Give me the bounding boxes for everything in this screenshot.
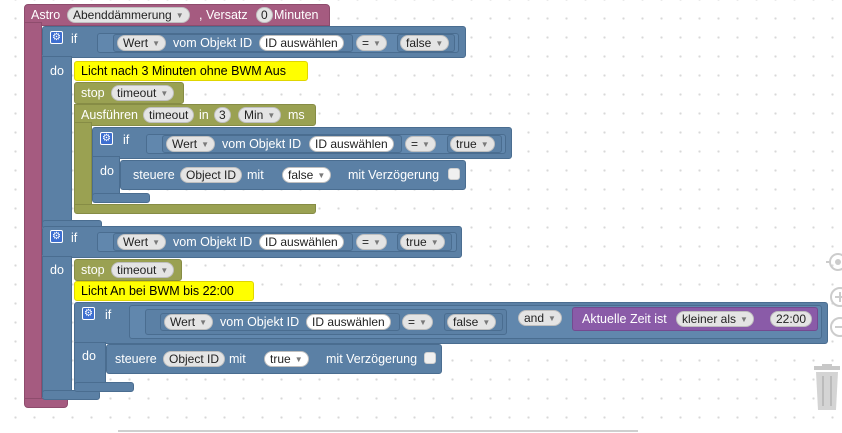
if-block-1-body [42,56,72,226]
if-label: if [71,231,78,245]
horizontal-scrollbar[interactable] [118,430,638,432]
control-object-id[interactable]: Object ID [163,351,226,367]
time-compare-dropdown[interactable]: kleiner als ▼ [676,311,754,327]
chevron-down-icon: ▼ [419,318,427,327]
value-field-dropdown[interactable]: Wert ▼ [117,234,167,250]
stop-label: stop [81,86,105,100]
chevron-down-icon: ▼ [201,140,210,149]
timeout-name-dropdown[interactable]: timeout ▼ [111,262,175,278]
operator-dropdown[interactable]: = ▼ [402,314,433,330]
operator-dropdown[interactable]: = ▼ [405,136,436,152]
execute-timeout-name[interactable]: timeout [143,107,195,123]
control-label: steuere [115,352,157,366]
astro-trigger-body [24,22,42,402]
if-label: if [123,133,130,147]
chevron-down-icon: ▼ [373,39,381,48]
if-label: if [105,308,112,322]
target-icon[interactable] [826,250,842,274]
operator-dropdown[interactable]: = ▼ [356,234,387,250]
chevron-down-icon: ▼ [294,355,303,364]
object-label: vom Objekt ID [173,235,253,249]
object-id-selector[interactable]: ID auswählen [306,314,391,330]
chevron-down-icon: ▼ [430,238,439,247]
chevron-down-icon: ▼ [152,238,161,247]
chevron-down-icon: ▼ [175,11,184,20]
do-label: do [82,349,96,363]
object-label: vom Objekt ID [222,137,302,151]
delay-checkbox[interactable] [448,168,460,180]
offset-input[interactable]: 0 [256,7,273,23]
chevron-down-icon: ▼ [435,39,444,48]
value-field-dropdown[interactable]: Wert ▼ [164,314,214,330]
chevron-down-icon: ▼ [482,318,491,327]
offset-label: , Versatz [199,8,248,22]
control-label: steuere [133,168,175,182]
object-id-selector[interactable]: ID auswählen [309,136,394,152]
chevron-down-icon: ▼ [160,89,169,98]
comment-text: Licht nach 3 Minuten ohne BWM Aus [81,64,286,78]
trash-icon[interactable] [812,364,842,412]
chevron-down-icon: ▼ [267,111,276,120]
gear-icon[interactable]: ⚙ [82,307,95,320]
control-value-dropdown[interactable]: false ▼ [282,167,332,183]
chevron-down-icon: ▼ [422,140,430,149]
gear-icon[interactable]: ⚙ [100,132,113,145]
operator-dropdown[interactable]: = ▼ [356,35,387,51]
chevron-down-icon: ▼ [740,315,748,324]
gear-icon[interactable]: ⚙ [50,230,63,243]
object-id-selector[interactable]: ID auswählen [259,234,344,250]
execute-block-body [74,122,92,208]
chevron-down-icon: ▼ [548,314,556,323]
time-value-input[interactable]: 22:00 [770,311,813,327]
in-label: in [199,108,209,122]
boolean-dropdown[interactable]: true ▼ [450,136,495,152]
stop-label: stop [81,263,105,277]
timeout-name-dropdown[interactable]: timeout ▼ [111,85,175,101]
with-label: mit [247,168,264,182]
control-object-id[interactable]: Object ID [180,167,243,183]
delay-label: mit Verzögerung [326,352,418,366]
if-block-2-footer [92,193,150,203]
delay-label: mit Verzögerung [348,168,440,182]
object-label: vom Objekt ID [173,36,253,50]
boolean-dropdown[interactable]: true ▼ [400,234,445,250]
ms-label: ms [288,108,305,122]
logic-operator-dropdown[interactable]: and ▼ [518,310,562,326]
zoom-out-icon[interactable] [826,316,842,338]
astro-label: Astro [31,8,61,22]
control-value-dropdown[interactable]: true ▼ [264,351,309,367]
do-label: do [50,64,64,78]
delay-value-input[interactable]: 3 [214,107,231,123]
execute-block-footer [74,204,316,214]
offset-unit: Minuten [274,8,319,22]
if-block-4-footer [74,382,134,392]
chevron-down-icon: ▼ [373,238,381,247]
time-label: Aktuelle Zeit ist [582,312,667,326]
chevron-down-icon: ▼ [317,171,326,180]
if-label: if [71,32,78,46]
chevron-down-icon: ▼ [480,140,489,149]
do-label: do [50,263,64,277]
gear-icon[interactable]: ⚙ [50,31,63,44]
value-field-dropdown[interactable]: Wert ▼ [166,136,216,152]
chevron-down-icon: ▼ [152,39,161,48]
chevron-down-icon: ▼ [199,318,208,327]
do-label: do [100,164,114,178]
astro-event-dropdown[interactable]: Abenddämmerung ▼ [67,7,190,23]
with-label: mit [229,352,246,366]
comment-text: Licht An bei BWM bis 22:00 [81,284,234,298]
chevron-down-icon: ▼ [160,266,169,275]
execute-label: Ausführen [81,108,138,122]
delay-checkbox[interactable] [424,352,436,364]
boolean-dropdown[interactable]: false ▼ [400,35,450,51]
object-id-selector[interactable]: ID auswählen [259,35,344,51]
object-label: vom Objekt ID [220,315,300,329]
value-field-dropdown[interactable]: Wert ▼ [117,35,167,51]
delay-unit-dropdown[interactable]: Min ▼ [238,107,282,123]
zoom-in-icon[interactable] [826,286,842,308]
boolean-dropdown[interactable]: false ▼ [447,314,497,330]
